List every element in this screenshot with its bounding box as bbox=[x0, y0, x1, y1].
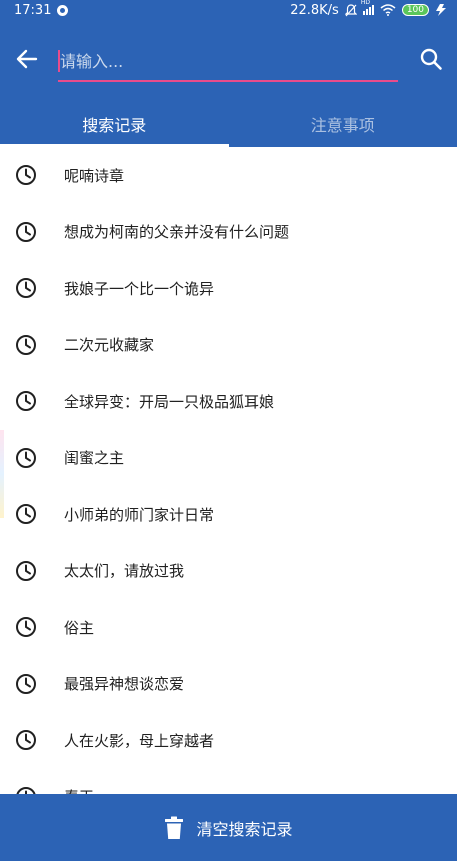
wifi-icon bbox=[380, 4, 396, 16]
clear-history-label: 清空搜索记录 bbox=[196, 819, 293, 839]
clock-icon bbox=[16, 673, 36, 694]
history-item[interactable]: 呢喃诗章 bbox=[0, 147, 457, 204]
history-item[interactable]: 想成为柯南的父亲并没有什么问题 bbox=[0, 204, 457, 261]
clock-icon bbox=[16, 391, 36, 412]
clock-icon bbox=[16, 617, 36, 638]
edge-decoration bbox=[0, 430, 4, 518]
hd-label: HD bbox=[360, 0, 370, 6]
status-bar-right: 22.8K/s HD 100 bbox=[290, 0, 447, 18]
search-input[interactable] bbox=[58, 42, 398, 80]
battery-indicator: 100 bbox=[401, 4, 429, 16]
clock-icon bbox=[16, 278, 36, 299]
clock-icon bbox=[16, 730, 36, 751]
history-item-label: 俗主 bbox=[64, 618, 95, 637]
clear-history-button[interactable]: 清空搜索记录 bbox=[0, 794, 457, 861]
history-item[interactable]: 小师弟的师门家计日常 bbox=[0, 486, 457, 543]
history-item-label: 太太们，请放过我 bbox=[64, 562, 185, 581]
history-item[interactable]: 二次元收藏家 bbox=[0, 317, 457, 374]
status-bar-left: 17:31 bbox=[14, 2, 69, 18]
history-item[interactable]: 俗主 bbox=[0, 599, 457, 656]
arrow-left-icon bbox=[16, 49, 38, 69]
history-item-label: 小师弟的师门家计日常 bbox=[64, 505, 215, 524]
history-item[interactable]: 春天 bbox=[0, 769, 457, 794]
tab-bar: 搜索记录 注意事项 bbox=[0, 100, 457, 147]
charging-icon bbox=[436, 4, 446, 16]
search-icon bbox=[420, 48, 442, 70]
text-caret bbox=[58, 50, 60, 72]
clock-icon bbox=[16, 334, 36, 355]
clock-icon bbox=[16, 560, 36, 581]
mute-bell-icon bbox=[344, 3, 357, 16]
cell-signal-icon: HD bbox=[361, 0, 374, 15]
history-item[interactable]: 最强异神想谈恋爱 bbox=[0, 656, 457, 713]
notification-icon bbox=[57, 4, 69, 16]
history-item-label: 最强异神想谈恋爱 bbox=[64, 675, 185, 694]
history-item[interactable]: 太太们，请放过我 bbox=[0, 543, 457, 600]
clock-icon bbox=[16, 447, 36, 468]
history-item-label: 我娘子一个比一个诡异 bbox=[64, 279, 215, 298]
history-item[interactable]: 人在火影，母上穿越者 bbox=[0, 712, 457, 769]
search-field bbox=[58, 42, 398, 82]
history-item[interactable]: 闺蜜之主 bbox=[0, 430, 457, 487]
status-bar: 17:31 22.8K/s HD 100 bbox=[0, 0, 457, 20]
tab-search-history[interactable]: 搜索记录 bbox=[0, 100, 229, 147]
history-item-label: 想成为柯南的父亲并没有什么问题 bbox=[64, 223, 290, 242]
history-item[interactable]: 全球异变：开局一只极品狐耳娘 bbox=[0, 373, 457, 430]
search-button[interactable] bbox=[416, 44, 446, 74]
history-item-label: 闺蜜之主 bbox=[64, 449, 125, 468]
clock-icon bbox=[16, 504, 36, 525]
history-item-label: 二次元收藏家 bbox=[64, 336, 155, 355]
tab-label: 注意事项 bbox=[310, 115, 375, 135]
history-item-label: 春天 bbox=[64, 786, 94, 794]
status-time: 17:31 bbox=[14, 2, 52, 18]
tab-notes[interactable]: 注意事项 bbox=[229, 100, 457, 147]
trash-icon bbox=[165, 816, 184, 839]
history-item-label: 人在火影，母上穿越者 bbox=[64, 731, 215, 750]
history-item-label: 全球异变：开局一只极品狐耳娘 bbox=[64, 392, 275, 411]
history-item-label: 呢喃诗章 bbox=[64, 166, 125, 185]
network-speed: 22.8K/s bbox=[290, 2, 339, 18]
clock-icon bbox=[16, 221, 36, 242]
tab-label: 搜索记录 bbox=[82, 115, 147, 135]
search-underline bbox=[58, 80, 398, 82]
clock-icon bbox=[16, 786, 36, 794]
history-list: 呢喃诗章 想成为柯南的父亲并没有什么问题 我娘子一个比一个诡异 二次元收藏家 全… bbox=[0, 147, 457, 794]
back-button[interactable] bbox=[12, 44, 42, 74]
history-item[interactable]: 我娘子一个比一个诡异 bbox=[0, 260, 457, 317]
clock-icon bbox=[16, 165, 36, 186]
app-bar: 搜索记录 注意事项 bbox=[0, 20, 457, 147]
